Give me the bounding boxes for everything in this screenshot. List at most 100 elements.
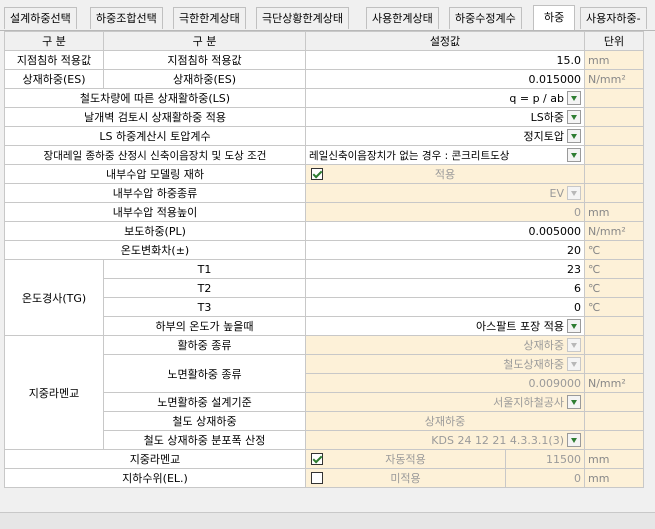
t3-unit: ℃ bbox=[584, 297, 644, 317]
table-row: 온도변화차(±) 20 ℃ bbox=[4, 240, 644, 260]
chevron-down-icon[interactable] bbox=[567, 186, 581, 200]
tab-bar: 설계하중선택 하중조합선택 극한한계상태 극단상황한계상태 사용한계상태 하중수… bbox=[0, 0, 655, 31]
temp-change-unit: ℃ bbox=[584, 240, 644, 260]
table-row: 상재하중(ES) 상재하중(ES) 0.015000 N/mm² bbox=[4, 69, 644, 89]
bottom-temp-select[interactable]: 아스팔트 포장 적용 bbox=[305, 316, 585, 336]
inner-pressure-value: 적용 bbox=[434, 168, 456, 181]
live-type-select-value: 상재하중 bbox=[523, 339, 564, 352]
header-unit: 단위 bbox=[584, 31, 644, 51]
table-row: 장대레일 종하중 산정시 신축이음장치 및 도상 조건 레일신축이음장치가 없는… bbox=[4, 145, 644, 165]
tab-user-load[interactable]: 사용자하중- bbox=[580, 7, 647, 29]
ls-label: 철도차량에 따른 상재활하중(LS) bbox=[4, 88, 306, 108]
bottom-bar bbox=[0, 512, 655, 529]
tab-load-modifier[interactable]: 하중수정계수 bbox=[449, 7, 522, 29]
empty-unit bbox=[584, 392, 644, 412]
tab-ultimate-limit-state[interactable]: 극한한계상태 bbox=[173, 7, 246, 29]
table-row: 날개벽 검토시 상재활하중 적용 LS하중 bbox=[4, 107, 644, 127]
water-level-label: 지하수위(EL.) bbox=[4, 468, 306, 488]
table-row: 지중라멘교 활하중 종류 상재하중 bbox=[4, 335, 644, 450]
t1-input[interactable]: 23 bbox=[305, 259, 585, 279]
rail-dist-select-value: KDS 24 12 21 4.3.3.1(3) bbox=[431, 433, 564, 447]
wing-label: 날개벽 검토시 상재활하중 적용 bbox=[4, 107, 306, 127]
chevron-down-icon[interactable] bbox=[567, 357, 581, 371]
empty-unit bbox=[584, 88, 644, 108]
surface-std-select[interactable]: 서울지하철공사 bbox=[305, 392, 585, 412]
live-type-label: 활하중 종류 bbox=[103, 335, 306, 355]
table-row: LS 하중계산시 토압계수 정지토압 bbox=[4, 126, 644, 146]
temp-change-label: 온도변화차(±) bbox=[4, 240, 306, 260]
rail-load-label: 철도 상재하중 bbox=[103, 411, 306, 431]
table-row: 내부수압 모델링 재하 적용 bbox=[4, 164, 644, 184]
underground-value[interactable]: 11500 bbox=[505, 449, 585, 469]
tg-group-label: 온도경사(TG) bbox=[4, 259, 104, 336]
inner-height-input[interactable]: 0 bbox=[305, 202, 585, 222]
settle-value-input[interactable]: 15.0 bbox=[305, 50, 585, 70]
settle-unit: mm bbox=[584, 50, 644, 70]
header-category-2: 구 분 bbox=[103, 31, 306, 51]
checkbox-checked-icon[interactable] bbox=[311, 168, 323, 180]
chevron-down-icon[interactable] bbox=[567, 148, 581, 162]
header-category-1: 구 분 bbox=[4, 31, 104, 51]
t3-input[interactable]: 0 bbox=[305, 297, 585, 317]
temp-change-input[interactable]: 20 bbox=[305, 240, 585, 260]
chevron-down-icon[interactable] bbox=[567, 319, 581, 333]
table-row: 지하수위(EL.) 미적용 0 mm bbox=[4, 468, 644, 488]
water-level-toggle[interactable]: 미적용 bbox=[305, 468, 506, 488]
underground-toggle[interactable]: 자동적용 bbox=[305, 449, 506, 469]
water-level-value[interactable]: 0 bbox=[505, 468, 585, 488]
t3-label: T3 bbox=[103, 297, 306, 317]
tab-service-limit-state[interactable]: 사용한계상태 bbox=[366, 7, 439, 29]
chevron-down-icon[interactable] bbox=[567, 91, 581, 105]
inner-pressure-toggle[interactable]: 적용 bbox=[305, 164, 585, 184]
chevron-down-icon[interactable] bbox=[567, 338, 581, 352]
t1-label: T1 bbox=[103, 259, 306, 279]
inner-type-label: 내부수압 하중종류 bbox=[4, 183, 306, 203]
header-setting-value: 설정값 bbox=[305, 31, 585, 51]
underground-label: 지중라멘교 bbox=[4, 449, 306, 469]
tab-design-load-select[interactable]: 설계하중선택 bbox=[4, 7, 77, 29]
live-type-select[interactable]: 상재하중 bbox=[305, 335, 585, 355]
chevron-down-icon[interactable] bbox=[567, 129, 581, 143]
rail-condition-label: 장대레일 종하중 산정시 신축이음장치 및 도상 조건 bbox=[4, 145, 306, 165]
empty-unit bbox=[584, 354, 644, 374]
table-row: 보도하중(PL) 0.005000 N/mm² bbox=[4, 221, 644, 241]
table-header: 구 분 구 분 설정값 단위 bbox=[4, 31, 644, 51]
surface-live-unit: N/mm² bbox=[584, 373, 644, 393]
earth-pressure-label: LS 하중계산시 토압계수 bbox=[4, 126, 306, 146]
wing-select[interactable]: LS하중 bbox=[305, 107, 585, 127]
pl-value-input[interactable]: 0.005000 bbox=[305, 221, 585, 241]
surface-live-label: 노면활하중 종류 bbox=[103, 354, 306, 393]
empty-unit bbox=[584, 335, 644, 355]
water-level-unit: mm bbox=[584, 468, 644, 488]
tab-load-combination-select[interactable]: 하중조합선택 bbox=[90, 7, 163, 29]
t2-input[interactable]: 6 bbox=[305, 278, 585, 298]
inner-pressure-label: 내부수압 모델링 재하 bbox=[4, 164, 306, 184]
table-row: 내부수압 하중종류 EV bbox=[4, 183, 644, 203]
inner-type-select-value: EV bbox=[549, 186, 564, 200]
surface-live-value[interactable]: 0.009000 bbox=[305, 373, 585, 393]
chevron-down-icon[interactable] bbox=[567, 433, 581, 447]
inner-height-unit: mm bbox=[584, 202, 644, 222]
water-level-text: 미적용 bbox=[390, 472, 421, 485]
checkbox-checked-icon[interactable] bbox=[311, 453, 323, 465]
checkbox-unchecked-icon[interactable] bbox=[311, 472, 323, 484]
table-row: 지중라멘교 자동적용 11500 mm bbox=[4, 449, 644, 469]
chevron-down-icon[interactable] bbox=[567, 395, 581, 409]
inner-height-label: 내부수압 적용높이 bbox=[4, 202, 306, 222]
ls-select[interactable]: q = p / ab bbox=[305, 88, 585, 108]
earth-pressure-select[interactable]: 정지토압 bbox=[305, 126, 585, 146]
tab-load[interactable]: 하중 bbox=[533, 5, 576, 30]
empty-unit bbox=[584, 126, 644, 146]
tab-extreme-event-limit-state[interactable]: 극단상황한계상태 bbox=[256, 7, 349, 29]
rail-dist-label: 철도 상재하중 분포폭 산정 bbox=[103, 430, 306, 450]
table-row: 내부수압 적용높이 0 mm bbox=[4, 202, 644, 222]
earth-pressure-select-value: 정지토압 bbox=[523, 130, 564, 143]
es-value-input[interactable]: 0.015000 bbox=[305, 69, 585, 89]
inner-type-select[interactable]: EV bbox=[305, 183, 585, 203]
rail-condition-select[interactable]: 레일신축이음장치가 없는 경우 : 콘크리트도상 bbox=[305, 145, 585, 165]
surface-std-label: 노면활하중 설계기준 bbox=[103, 392, 306, 412]
surface-live-select[interactable]: 철도상재하중 bbox=[305, 354, 585, 374]
empty-unit bbox=[584, 183, 644, 203]
rail-dist-select[interactable]: KDS 24 12 21 4.3.3.1(3) bbox=[305, 430, 585, 450]
chevron-down-icon[interactable] bbox=[567, 110, 581, 124]
